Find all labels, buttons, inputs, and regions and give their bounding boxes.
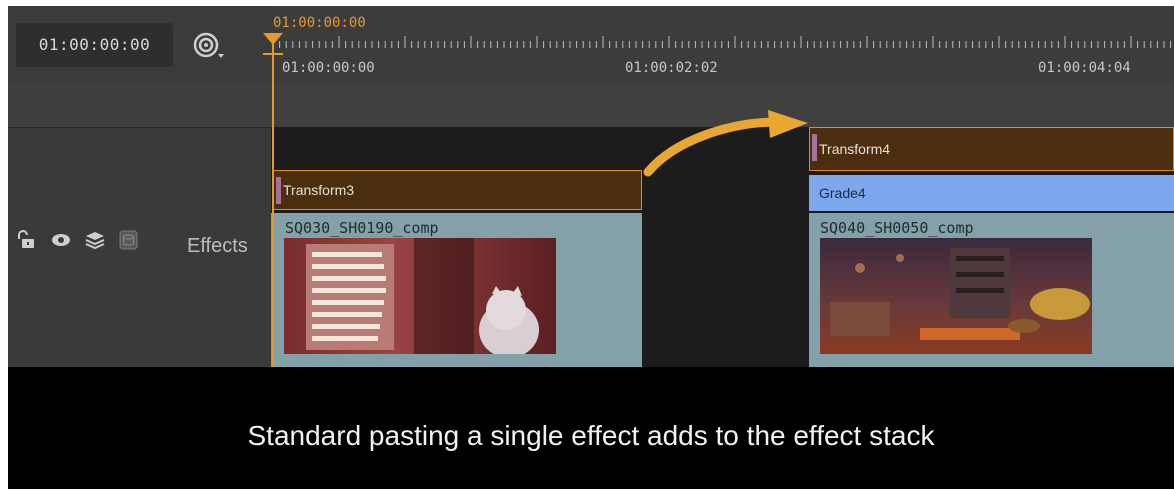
timecode-display[interactable]: 01:00:00:00 <box>16 23 173 67</box>
ruler-ticks <box>272 36 1172 48</box>
eye-icon[interactable] <box>50 230 72 255</box>
layers-icon[interactable] <box>84 230 106 255</box>
left-spacer <box>8 82 271 127</box>
clip-name-sq030: SQ030_SH0190_comp <box>285 219 439 237</box>
disk-icon[interactable] <box>118 229 140 256</box>
track-name: Effects <box>187 235 248 257</box>
track-controls <box>16 229 140 255</box>
caption-text: Standard pasting a single effect adds to… <box>8 367 1174 489</box>
clip-name-sq040: SQ040_SH0050_comp <box>820 219 974 237</box>
timeline-frame: 01:00:00:00 Effects 01:00:00:00 01:00:02… <box>8 6 1174 489</box>
lock-open-icon[interactable] <box>16 229 38 255</box>
ruler-label-start: 01:00:00:00 <box>282 60 375 76</box>
clip-thumbnail-sq040 <box>820 238 1092 354</box>
playhead-timecode: 01:00:00:00 <box>273 15 366 31</box>
playhead-handle-icon[interactable] <box>261 31 285 61</box>
snap-target-icon[interactable] <box>191 28 227 64</box>
clip-thumbnail-sq030 <box>284 238 556 354</box>
ruler-label-mid: 01:00:02:02 <box>625 60 718 76</box>
ruler-label-end: 01:00:04:04 <box>1038 60 1131 76</box>
effect-transform3[interactable]: Transform3 <box>273 170 642 210</box>
effect-grade4[interactable]: Grade4 <box>809 175 1174 211</box>
effect-transform4[interactable]: Transform4 <box>809 127 1174 171</box>
paste-arrow-icon <box>640 110 810 180</box>
playhead-line[interactable] <box>272 36 274 367</box>
